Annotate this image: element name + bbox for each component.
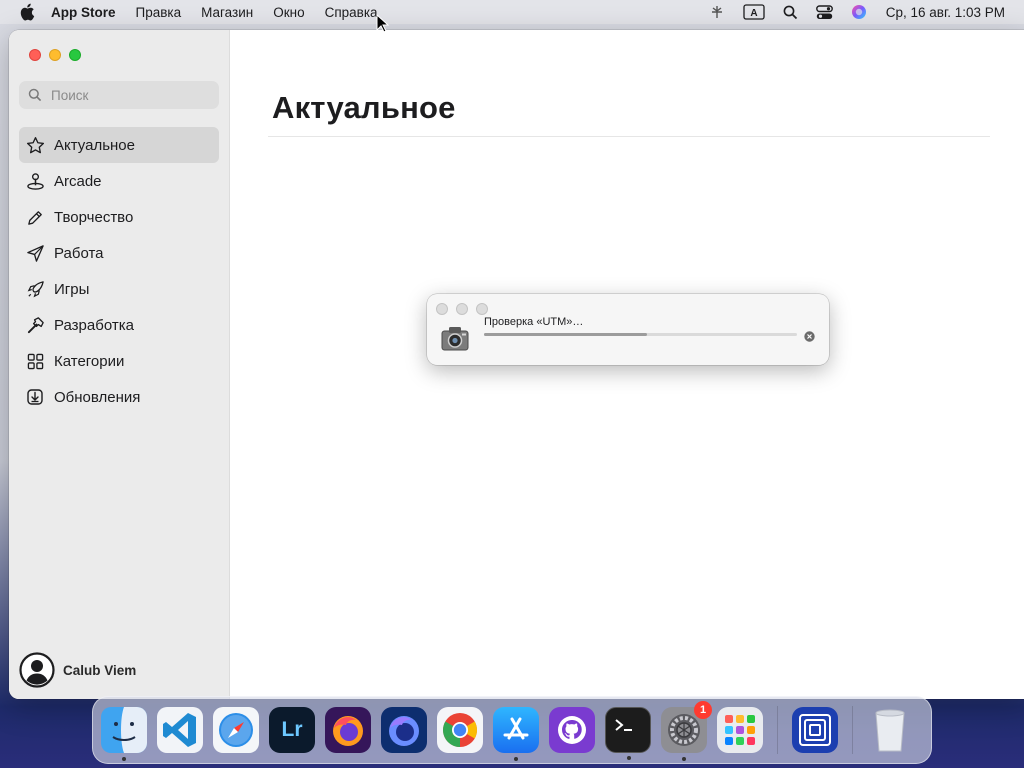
page-title: Актуальное	[272, 90, 456, 125]
search-input[interactable]: Поиск	[19, 81, 219, 109]
running-indicator	[627, 756, 631, 760]
apple-menu-icon[interactable]	[19, 3, 37, 21]
search-placeholder: Поиск	[51, 87, 89, 103]
safari-icon	[213, 707, 259, 753]
control-center-icon[interactable]	[815, 4, 833, 20]
dialog-zoom-button	[476, 303, 488, 315]
title-divider	[268, 136, 990, 137]
menu-bar: App Store Правка Магазин Окно Справка A …	[0, 0, 1024, 24]
menu-window[interactable]: Окно	[273, 5, 304, 20]
avatar-icon	[19, 652, 55, 688]
joystick-icon	[25, 171, 45, 191]
account-name: Calub Viem	[63, 662, 137, 678]
dock-separator	[777, 706, 778, 754]
firefox-dev-icon	[389, 716, 419, 746]
siri-icon[interactable]	[851, 4, 867, 20]
dock-firefox-dev[interactable]	[381, 707, 427, 753]
dock-launchpad[interactable]	[717, 707, 763, 753]
running-indicator	[122, 757, 126, 761]
trash-icon	[875, 709, 905, 752]
paper-plane-icon	[25, 243, 45, 263]
sidebar-item-discover[interactable]: Актуальное	[19, 127, 219, 163]
dock-finder[interactable]	[101, 707, 147, 761]
sidebar-item-categories[interactable]: Категории	[19, 343, 219, 379]
dock-lightroom[interactable]: Lr	[269, 707, 315, 753]
verify-message: Проверка «UTM»…	[484, 316, 584, 328]
sidebar-item-label: Игры	[54, 280, 90, 298]
dialog-close-button	[436, 303, 448, 315]
dock-terminal[interactable]	[605, 707, 651, 760]
github-desktop-icon	[558, 716, 586, 744]
menu-app-store[interactable]: App Store	[51, 5, 116, 20]
sidebar-item-create[interactable]: Творчество	[19, 199, 219, 235]
notification-badge: 1	[694, 701, 712, 719]
terminal-icon	[615, 719, 632, 731]
sidebar: Поиск Актуальное Arcade Творчество Работ…	[9, 30, 230, 699]
sidebar-item-label: Творчество	[54, 208, 134, 226]
sidebar-item-label: Категории	[54, 352, 125, 370]
sidebar-item-label: Актуальное	[54, 136, 135, 154]
dock: Lr 1	[92, 696, 932, 764]
dock-utm[interactable]	[792, 707, 838, 753]
menu-help[interactable]: Справка	[325, 5, 378, 20]
firefox-icon	[333, 716, 363, 746]
sidebar-item-label: Обновления	[54, 388, 141, 406]
dock-trash[interactable]	[867, 707, 913, 753]
sidebar-item-label: Разработка	[54, 316, 134, 334]
grid-icon	[25, 351, 45, 371]
dock-separator	[852, 706, 853, 754]
download-icon	[25, 387, 45, 407]
sidebar-item-work[interactable]: Работа	[19, 235, 219, 271]
sidebar-item-updates[interactable]: Обновления	[19, 379, 219, 415]
dock-safari[interactable]	[213, 707, 259, 753]
input-source-icon[interactable]: A	[743, 4, 765, 20]
svg-text:A: A	[750, 8, 757, 19]
sidebar-item-play[interactable]: Игры	[19, 271, 219, 307]
dialog-minimize-button	[456, 303, 468, 315]
account-button[interactable]: Calub Viem	[19, 652, 136, 688]
cancel-verify-icon[interactable]	[804, 329, 815, 342]
minimize-window-button[interactable]	[49, 49, 61, 61]
sidebar-item-develop[interactable]: Разработка	[19, 307, 219, 343]
search-icon	[28, 88, 42, 102]
spotlight-search-icon[interactable]	[783, 5, 798, 20]
status-area: A Ср, 16 авг. 1:03 PM	[700, 0, 1024, 24]
star-icon	[25, 135, 45, 155]
brush-icon	[25, 207, 45, 227]
menu-edit[interactable]: Правка	[136, 5, 182, 20]
network-icon[interactable]	[709, 4, 725, 20]
sidebar-item-label: Arcade	[54, 172, 102, 190]
verify-progress-bar	[484, 333, 797, 336]
dock-github-desktop[interactable]	[549, 707, 595, 753]
menu-store[interactable]: Магазин	[201, 5, 253, 20]
camera-app-icon	[440, 324, 470, 352]
dock-firefox[interactable]	[325, 707, 371, 753]
chrome-icon	[443, 713, 477, 747]
dock-chrome[interactable]	[437, 707, 483, 753]
hammer-icon	[25, 315, 45, 335]
finder-icon	[101, 707, 147, 753]
dock-system-settings[interactable]: 1	[661, 701, 712, 761]
dock-vscode[interactable]	[157, 707, 203, 753]
sidebar-item-arcade[interactable]: Arcade	[19, 163, 219, 199]
zoom-window-button[interactable]	[69, 49, 81, 61]
launchpad-icon	[725, 715, 755, 745]
running-indicator	[682, 757, 686, 761]
close-window-button[interactable]	[29, 49, 41, 61]
verify-dialog: Проверка «UTM»…	[427, 294, 829, 365]
verify-progress-fill	[484, 333, 647, 336]
rocket-icon	[25, 279, 45, 299]
menubar-clock[interactable]: Ср, 16 авг. 1:03 PM	[886, 5, 1005, 20]
mouse-cursor-icon	[376, 14, 390, 33]
dock-app-store[interactable]	[493, 707, 539, 761]
app-store-icon	[503, 717, 529, 740]
running-indicator	[514, 757, 518, 761]
utm-icon	[799, 714, 831, 746]
sidebar-item-label: Работа	[54, 244, 104, 262]
sidebar-nav: Актуальное Arcade Творчество Работа Игры…	[19, 127, 219, 415]
lightroom-icon: Lr	[281, 718, 303, 741]
vscode-icon	[157, 707, 203, 753]
